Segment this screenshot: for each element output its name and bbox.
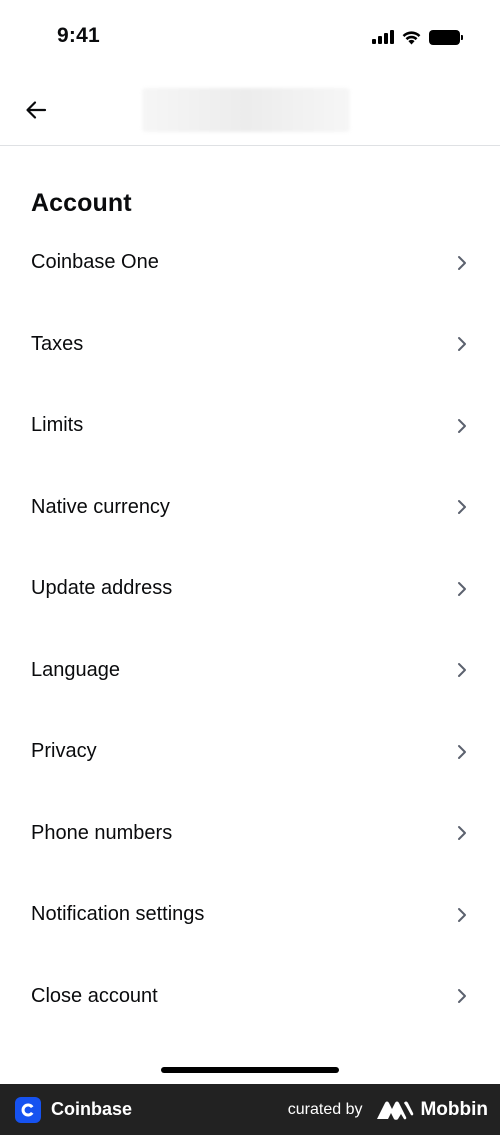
- chevron-right-icon: [456, 744, 468, 760]
- chevron-right-icon: [456, 336, 468, 352]
- chevron-right-icon: [456, 255, 468, 271]
- menu-item-label: Close account: [31, 984, 158, 1007]
- menu-item-label: Native currency: [31, 495, 170, 518]
- home-indicator[interactable]: [161, 1067, 339, 1073]
- menu-item-label: Notification settings: [31, 903, 205, 926]
- arrow-left-icon: [26, 101, 47, 119]
- nav-header: [0, 74, 500, 146]
- section-title: Account: [31, 189, 132, 217]
- chevron-right-icon: [456, 825, 468, 841]
- menu-item-label: Limits: [31, 414, 84, 437]
- chevron-right-icon: [456, 581, 468, 597]
- coinbase-logo-icon: [15, 1096, 41, 1123]
- cellular-signal-icon: [372, 30, 394, 44]
- menu-item-native-currency[interactable]: Native currency: [0, 467, 500, 549]
- menu-item-privacy[interactable]: Privacy: [0, 711, 500, 793]
- mobbin-logo-icon: [377, 1101, 414, 1120]
- footer-app: Coinbase: [15, 1096, 133, 1123]
- chevron-right-icon: [456, 418, 468, 434]
- screen: 9:41 Account Coinbase One Taxes Limits N…: [0, 0, 500, 1135]
- menu-item-label: Coinbase One: [31, 251, 159, 274]
- menu-item-close-account[interactable]: Close account: [0, 956, 500, 1038]
- footer-credit: curated by Mobbin: [288, 1084, 488, 1135]
- footer-app-name: Coinbase: [51, 1099, 133, 1119]
- menu-item-label: Privacy: [31, 740, 97, 763]
- menu-item-label: Phone numbers: [31, 821, 173, 844]
- chevron-right-icon: [456, 662, 468, 678]
- menu-item-phone-numbers[interactable]: Phone numbers: [0, 793, 500, 875]
- menu-item-label: Update address: [31, 577, 173, 600]
- status-icons: [372, 28, 463, 46]
- menu-item-language[interactable]: Language: [0, 630, 500, 712]
- back-button[interactable]: [20, 94, 52, 126]
- settings-menu-list: Coinbase One Taxes Limits Native currenc…: [0, 222, 500, 1037]
- menu-item-label: Taxes: [31, 332, 84, 355]
- curated-by-label: curated by: [287, 1100, 363, 1118]
- menu-item-coinbase-one[interactable]: Coinbase One: [0, 222, 500, 304]
- nav-title-blurred: [142, 88, 350, 132]
- menu-item-label: Language: [31, 658, 120, 681]
- chevron-right-icon: [456, 907, 468, 923]
- menu-item-limits[interactable]: Limits: [0, 385, 500, 467]
- chevron-right-icon: [456, 499, 468, 515]
- status-bar: 9:41: [0, 0, 500, 74]
- menu-item-taxes[interactable]: Taxes: [0, 304, 500, 386]
- menu-item-notification-settings[interactable]: Notification settings: [0, 874, 500, 956]
- status-time: 9:41: [57, 24, 100, 47]
- mobbin-brand: Mobbin: [376, 1099, 488, 1121]
- menu-item-update-address[interactable]: Update address: [0, 548, 500, 630]
- wifi-icon: [402, 30, 421, 44]
- mobbin-name: Mobbin: [420, 1098, 488, 1120]
- chevron-right-icon: [456, 988, 468, 1004]
- attribution-footer: Coinbase curated by Mobbin: [0, 1084, 500, 1135]
- battery-icon: [429, 29, 463, 45]
